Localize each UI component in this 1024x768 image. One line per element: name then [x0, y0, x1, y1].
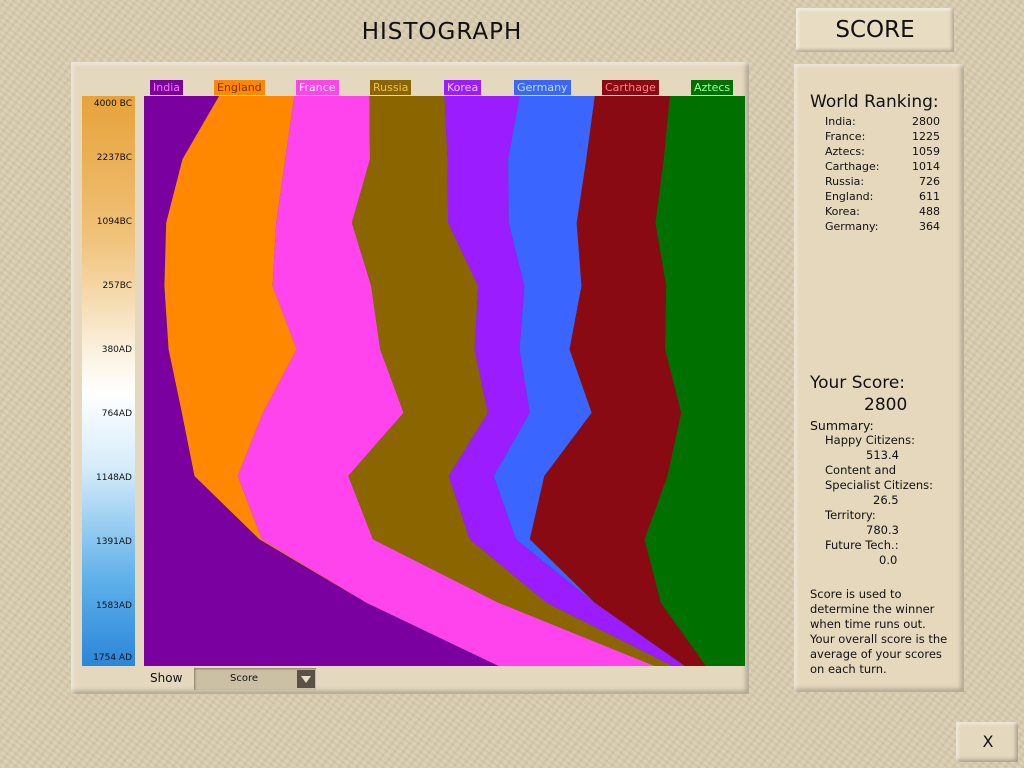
- note-line: determine the winner: [810, 602, 935, 616]
- ranking-score: 1059: [912, 145, 940, 158]
- close-icon[interactable]: X: [980, 732, 996, 752]
- timeline-tick: 1754 AD: [93, 653, 132, 663]
- timeline-tick: 1391AD: [96, 537, 132, 547]
- ranking-score: 364: [919, 220, 940, 233]
- screen-title: HISTOGRAPH: [361, 19, 523, 45]
- timeline-tick: 4000 BC: [93, 99, 132, 109]
- your-score-title: Your Score:: [810, 373, 906, 393]
- ranking-row: Germany: 364: [825, 220, 940, 235]
- ranking-score: 1014: [912, 160, 940, 173]
- show-dropdown[interactable]: Score: [194, 668, 316, 690]
- legend-germany: Germany: [514, 80, 571, 95]
- world-ranking-title: World Ranking:: [810, 92, 939, 112]
- ranking-score: 2800: [912, 115, 940, 128]
- legend-carthage: Carthage: [602, 80, 659, 95]
- score-tab[interactable]: SCORE: [796, 8, 954, 52]
- ranking-row: England: 611: [825, 190, 940, 205]
- ranking-name: Germany:: [825, 220, 879, 233]
- timeline-tick: 1094BC: [96, 217, 132, 227]
- ranking-row: India: 2800: [825, 115, 940, 130]
- timeline-tick: 2237BC: [96, 153, 132, 163]
- show-dropdown-value: Score: [229, 673, 258, 684]
- summary-label: Summary:: [810, 418, 874, 433]
- happy-citizens-label: Happy Citizens:: [825, 433, 915, 447]
- ranking-row: France: 1225: [825, 130, 940, 145]
- territory-value: 780.3: [866, 523, 899, 537]
- territory-label: Territory:: [825, 508, 876, 522]
- legend-aztecs: Aztecs: [691, 80, 734, 95]
- legend-india: India: [150, 80, 183, 95]
- ranking-score: 726: [919, 175, 940, 188]
- ranking-row: Carthage: 1014: [825, 160, 940, 175]
- ranking-score: 1225: [912, 130, 940, 143]
- ranking-name: Russia:: [825, 175, 865, 188]
- note-line: when time runs out.: [810, 617, 926, 631]
- legend-russia: Russia: [370, 80, 412, 95]
- future-tech-value: 0.0: [879, 553, 898, 567]
- your-score-value: 2800: [864, 395, 908, 415]
- legend-england: England: [214, 80, 265, 95]
- ranking-name: Aztecs:: [825, 145, 865, 158]
- note-line: average of your scores: [810, 647, 942, 661]
- ranking-name: England:: [825, 190, 874, 203]
- ranking-name: Korea:: [825, 205, 860, 218]
- happy-citizens-value: 513.4: [866, 448, 899, 462]
- ranking-name: France:: [825, 130, 866, 143]
- content-citizens-label: Content and: [825, 463, 897, 477]
- note-line: Your overall score is the: [810, 632, 948, 646]
- ranking-row: Korea: 488: [825, 205, 940, 220]
- timeline-tick: 380AD: [101, 345, 132, 355]
- ranking-score: 488: [919, 205, 940, 218]
- note-line: Score is used to: [810, 587, 902, 601]
- ranking-name: India:: [825, 115, 856, 128]
- ranking-row: Aztecs: 1059: [825, 145, 940, 160]
- timeline-tick: 1583AD: [96, 601, 132, 611]
- ranking-name: Carthage:: [825, 160, 880, 173]
- legend-korea: Korea: [444, 80, 482, 95]
- legend-france: France: [296, 80, 339, 95]
- chevron-down-icon[interactable]: [297, 670, 315, 688]
- timeline-tick: 257BC: [102, 281, 132, 291]
- show-label: Show: [150, 671, 183, 685]
- note-line: on each turn.: [810, 662, 887, 676]
- timeline-axis: 4000 BC 2237BC 1094BC 257BC 380AD 764AD …: [82, 96, 135, 666]
- histograph-svg: [144, 96, 745, 666]
- specialist-citizens-label: Specialist Citizens:: [825, 478, 933, 492]
- timeline-tick: 764AD: [101, 409, 132, 419]
- timeline-tick: 1148AD: [96, 473, 132, 483]
- histograph-chart: [144, 96, 745, 666]
- ranking-score: 611: [919, 190, 940, 203]
- ranking-row: Russia: 726: [825, 175, 940, 190]
- content-citizens-value: 26.5: [873, 493, 899, 507]
- future-tech-label: Future Tech.:: [825, 538, 899, 552]
